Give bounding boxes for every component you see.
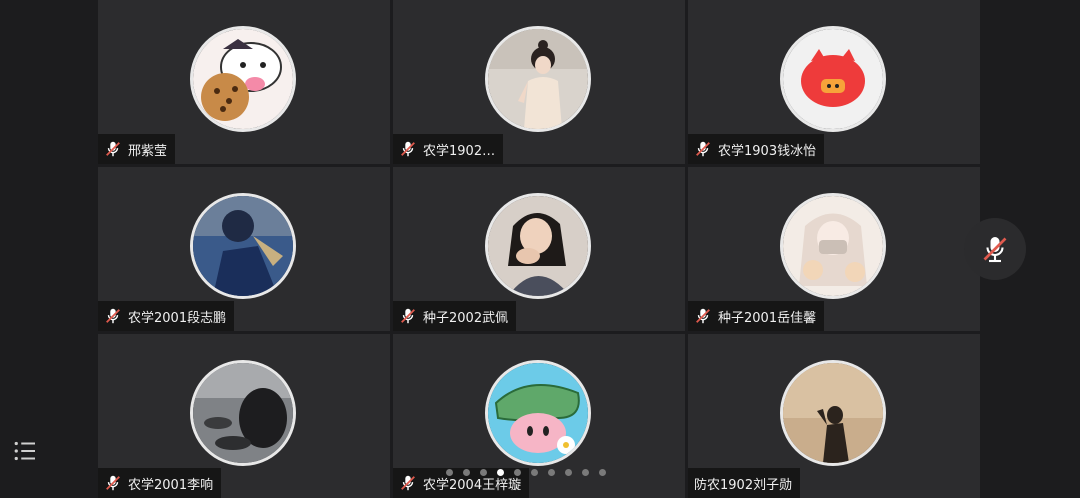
participant-tile[interactable]: 种子2001岳佳馨 [688, 167, 980, 331]
participant-name: 农学1902… [423, 143, 496, 159]
avatar [780, 26, 886, 132]
avatar [190, 360, 296, 466]
participant-name-tag: 邢紫莹 [98, 134, 176, 164]
mic-muted-icon [983, 237, 1007, 263]
page-dot[interactable] [565, 469, 572, 476]
mic-muted-icon [696, 308, 710, 324]
mic-muted-icon [401, 475, 415, 491]
page-dot-active[interactable] [497, 469, 504, 476]
participant-tile[interactable]: 农学1903钱冰怡 [688, 0, 980, 164]
participant-tile[interactable]: 农学2001李响 [98, 334, 390, 498]
mic-muted-icon [401, 308, 415, 324]
participant-name-tag: 农学1902… [393, 134, 504, 164]
page-dot[interactable] [582, 469, 589, 476]
mic-muted-icon [106, 141, 120, 157]
participant-name: 农学2004王梓璇 [423, 477, 522, 493]
participant-tile[interactable]: 种子2002武佩 [393, 167, 685, 331]
avatar [485, 360, 591, 466]
mic-muted-icon [696, 141, 710, 157]
mic-muted-icon [106, 308, 120, 324]
page-dot[interactable] [548, 469, 555, 476]
avatar [485, 193, 591, 299]
participant-name-tag: 种子2002武佩 [393, 301, 517, 331]
menu-list-icon[interactable] [10, 436, 40, 466]
avatar [190, 193, 296, 299]
participant-name: 防农1902刘子勋 [694, 477, 793, 493]
mic-muted-icon [401, 141, 415, 157]
participant-name-tag: 农学1903钱冰怡 [688, 134, 825, 164]
participant-name: 农学1903钱冰怡 [718, 143, 817, 159]
avatar [190, 26, 296, 132]
page-indicator [446, 469, 606, 476]
mic-muted-icon [106, 475, 120, 491]
avatar [780, 193, 886, 299]
participant-name: 邢紫莹 [128, 143, 168, 159]
page-dot[interactable] [514, 469, 521, 476]
participant-tile[interactable]: 邢紫莹 [98, 0, 390, 164]
page-dot[interactable] [480, 469, 487, 476]
participant-name: 农学2001李响 [128, 477, 214, 493]
participant-name: 农学2001段志鹏 [128, 310, 227, 326]
participant-name-tag: 防农1902刘子勋 [688, 468, 801, 498]
page-dot[interactable] [531, 469, 538, 476]
participant-name-tag: 农学2001段志鹏 [98, 301, 235, 331]
participant-name: 种子2002武佩 [423, 310, 509, 326]
participant-grid: 邢紫莹 农学1902… 农学1903钱冰怡 农学2001段志鹏 种子2002武佩… [98, 0, 982, 498]
avatar [780, 360, 886, 466]
participant-tile[interactable]: 农学1902… [393, 0, 685, 164]
page-dot[interactable] [463, 469, 470, 476]
page-dot[interactable] [599, 469, 606, 476]
participant-name: 种子2001岳佳馨 [718, 310, 817, 326]
participant-name-tag: 农学2001李响 [98, 468, 222, 498]
page-dot[interactable] [446, 469, 453, 476]
participant-tile[interactable]: 农学2001段志鹏 [98, 167, 390, 331]
participant-tile[interactable]: 防农1902刘子勋 [688, 334, 980, 498]
participant-name-tag: 种子2001岳佳馨 [688, 301, 825, 331]
avatar [485, 26, 591, 132]
mic-toggle-button[interactable] [964, 218, 1026, 280]
